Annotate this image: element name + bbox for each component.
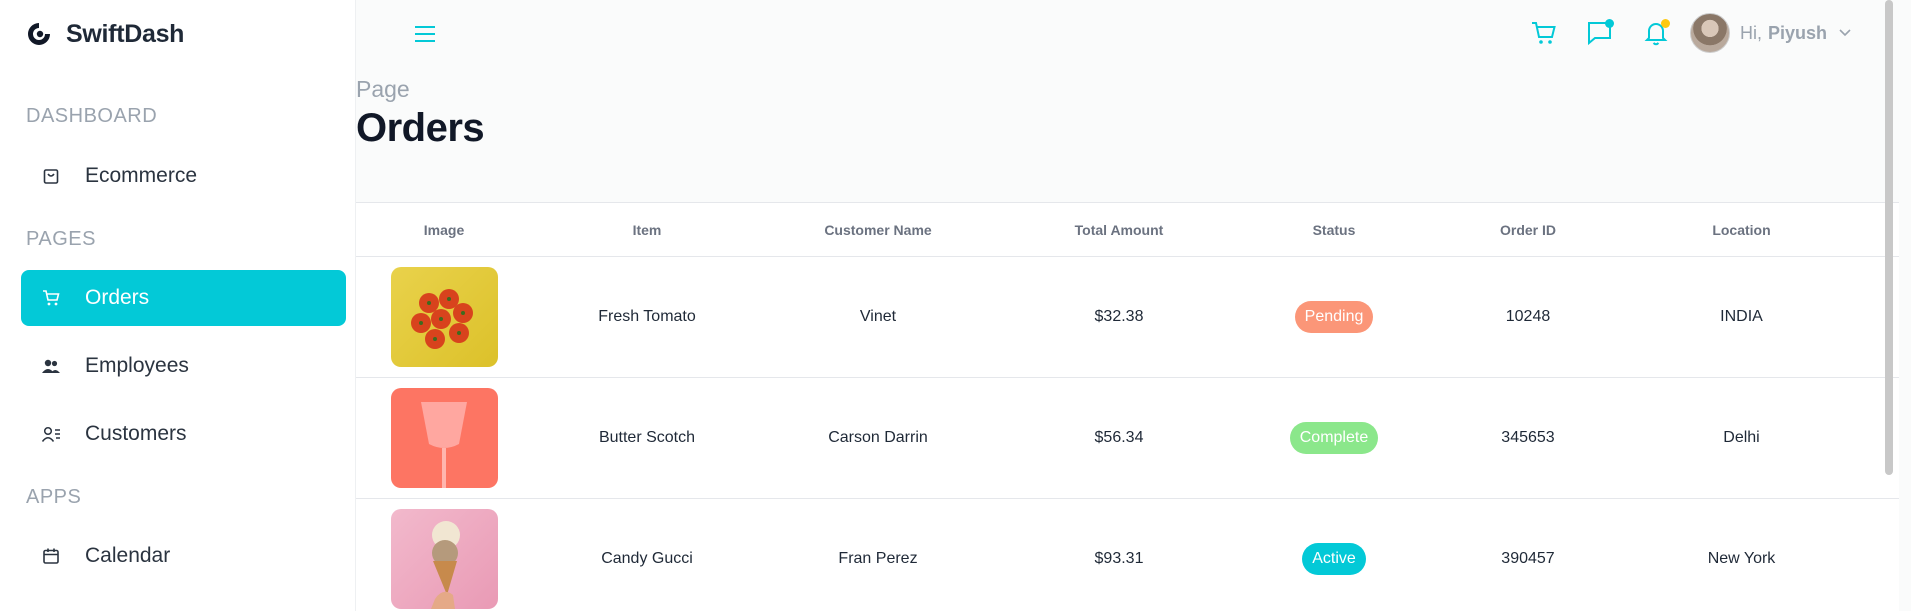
status-badge: Active: [1302, 543, 1366, 575]
avatar: [1689, 13, 1730, 53]
table-row[interactable]: Fresh Tomato Vinet $32.38 Pending 10248 …: [356, 257, 1899, 378]
table-cell-customer: Carson Darrin: [828, 429, 928, 446]
column-header-location[interactable]: Location: [1632, 222, 1851, 238]
table-row[interactable]: Butter Scotch Carson Darrin $56.34 Compl…: [356, 378, 1899, 499]
greeting: Hi,: [1739, 22, 1762, 43]
status-badge: Pending: [1294, 301, 1374, 333]
sidebar-item-label: Employees: [85, 354, 189, 377]
page-title: Orders: [356, 106, 485, 150]
column-header-customer-name[interactable]: Customer Name: [762, 222, 994, 238]
sidebar-item-customers[interactable]: Customers: [21, 406, 346, 462]
column-header-status[interactable]: Status: [1244, 222, 1424, 238]
cart-icon: [1531, 22, 1556, 44]
table-cell-item: Butter Scotch: [598, 429, 696, 446]
page-subtitle: Page: [356, 76, 410, 102]
shopping-bag-icon: [41, 166, 61, 186]
notifications-button[interactable]: [1636, 13, 1676, 53]
table-cell-order-id: 345653: [1501, 429, 1555, 446]
app: SwiftDash DASHBOARD Ecommerce PAGES Orde…: [0, 0, 1911, 611]
table-cell-image: [356, 267, 532, 367]
sidebar-item-label: Orders: [85, 286, 150, 309]
brand[interactable]: SwiftDash: [26, 18, 184, 50]
table-cell-customer: Vinet: [859, 308, 897, 325]
column-header-total-amount[interactable]: Total Amount: [994, 222, 1244, 238]
menu-toggle-button[interactable]: [410, 20, 440, 48]
table-cell-location: Delhi: [1723, 429, 1760, 446]
customers-icon: [41, 424, 61, 444]
table-cell-order-id: 390457: [1501, 550, 1555, 567]
menu-icon: [415, 26, 435, 42]
table-cell-amount: $32.38: [1094, 308, 1144, 325]
status-badge: Complete: [1289, 422, 1379, 454]
table-cell-amount: $93.31: [1094, 550, 1144, 567]
calendar-icon: [41, 546, 61, 566]
table-cell-amount: $56.34: [1094, 429, 1144, 446]
table-cell-status: Complete: [1244, 422, 1424, 454]
user-profile-button[interactable]: Hi, Piyush: [1689, 13, 1851, 53]
page-scrollbar[interactable]: [1885, 0, 1893, 475]
chevron-down-icon: [1839, 29, 1851, 37]
sidebar-item-label: Calendar: [85, 544, 171, 567]
cart-button[interactable]: [1524, 13, 1564, 53]
sidebar-item-orders[interactable]: Orders: [21, 270, 346, 326]
sidebar-item-calendar[interactable]: Calendar: [21, 528, 346, 584]
sidebar-item-employees[interactable]: Employees: [21, 338, 346, 394]
topbar-actions: Hi, Piyush: [1508, 10, 1851, 56]
main-content: Hi, Piyush Page Orders Image Item Custom…: [356, 0, 1899, 611]
table-cell-item: Fresh Tomato: [598, 308, 696, 325]
table-cell-order-id: 10248: [1505, 308, 1551, 325]
sidebar-item-ecommerce[interactable]: Ecommerce: [21, 148, 346, 204]
sidebar: SwiftDash DASHBOARD Ecommerce PAGES Orde…: [0, 0, 356, 611]
column-header-image[interactable]: Image: [356, 222, 532, 238]
chat-notification-dot: [1604, 19, 1614, 28]
ice-cream-image: [390, 509, 498, 609]
table-cell-customer: Fran Perez: [838, 550, 918, 567]
brand-logo-icon: [28, 23, 50, 45]
section-title-dashboard: DASHBOARD: [26, 105, 158, 127]
column-header-order-id[interactable]: Order ID: [1424, 222, 1632, 238]
brand-name: SwiftDash: [66, 19, 185, 48]
column-header-item[interactable]: Item: [532, 222, 762, 238]
table-cell-image: [356, 509, 532, 609]
table-cell-status: Active: [1244, 543, 1424, 575]
table-cell-image: [356, 388, 532, 488]
table-cell-location: New York: [1707, 550, 1776, 567]
orders-table: Image Item Customer Name Total Amount St…: [356, 202, 1899, 611]
tomatoes-image: [390, 267, 498, 367]
table-row[interactable]: Candy Gucci Fran Perez $93.31 Active 390…: [356, 499, 1899, 611]
table-cell-item: Candy Gucci: [601, 550, 693, 567]
table-cell-status: Pending: [1244, 301, 1424, 333]
sidebar-item-label: Customers: [85, 422, 187, 445]
bell-notification-dot: [1660, 19, 1670, 28]
section-title-pages: PAGES: [26, 228, 96, 250]
user-name: Piyush: [1767, 22, 1827, 43]
table-header: Image Item Customer Name Total Amount St…: [356, 203, 1899, 257]
glass-image: [390, 388, 498, 488]
cart-icon: [41, 288, 61, 308]
section-title-apps: APPS: [26, 486, 82, 508]
sidebar-item-label: Ecommerce: [85, 164, 198, 187]
chat-button[interactable]: [1580, 13, 1620, 53]
employees-icon: [41, 356, 61, 376]
table-cell-location: INDIA: [1720, 308, 1763, 325]
